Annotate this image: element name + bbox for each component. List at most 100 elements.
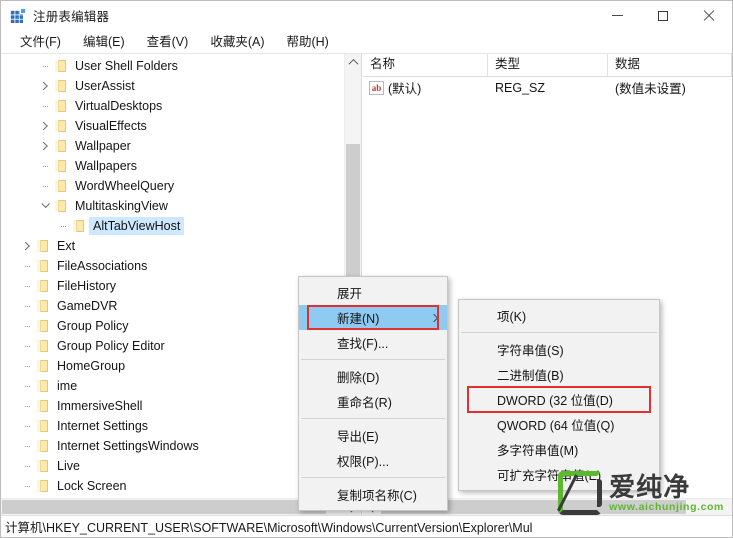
table-row[interactable]: ab (默认) REG_SZ (数值未设置) — [363, 77, 732, 98]
tree-item-immersiveshell[interactable]: ImmersiveShell — [1, 396, 344, 416]
column-header-name[interactable]: 名称 — [363, 54, 488, 76]
folder-icon — [35, 299, 51, 313]
chevron-right-icon[interactable] — [19, 238, 35, 254]
tree-item-group-policy[interactable]: Group Policy — [1, 316, 344, 336]
tree-item-label: ime — [57, 379, 78, 393]
tree-item-group-policy-editor[interactable]: Group Policy Editor — [1, 336, 344, 356]
menu-item-label: 可扩充字符串值(E) — [497, 469, 602, 483]
tree-item-label: MultitaskingView — [75, 199, 168, 213]
window-controls — [594, 1, 732, 30]
tree-item-fileassociations[interactable]: FileAssociations — [1, 256, 344, 276]
tree-item-virtualdesktops[interactable]: VirtualDesktops — [1, 96, 344, 116]
menu-edit[interactable]: 编辑(E) — [72, 31, 136, 53]
tree-item-label: Internet SettingsWindows — [57, 439, 199, 453]
folder-icon — [35, 259, 51, 273]
context-menu-item-4[interactable]: 删除(D) — [299, 364, 447, 389]
menu-file[interactable]: 文件(F) — [9, 31, 72, 53]
tree-hscroll-thumb[interactable] — [2, 500, 326, 514]
folder-icon — [35, 419, 51, 433]
folder-icon — [53, 179, 69, 193]
title-bar: 注册表编辑器 — [1, 1, 732, 30]
tree-connector — [55, 226, 71, 227]
tree-item-wordwheelquery[interactable]: WordWheelQuery — [1, 176, 344, 196]
context-menu-item-1[interactable]: 展开 — [299, 280, 447, 305]
tree-connector — [19, 306, 35, 307]
menu-item-label: 展开 — [337, 287, 363, 301]
tree-item-alttabviewhost[interactable]: AltTabViewHost — [1, 216, 344, 236]
folder-icon — [53, 119, 69, 133]
submenu-item-4[interactable]: DWORD (32 位值(D) — [459, 387, 659, 412]
folder-icon — [35, 319, 51, 333]
context-menu-item-7[interactable]: 权限(P)... — [299, 448, 447, 473]
folder-icon — [35, 279, 51, 293]
tree-connector — [19, 266, 35, 267]
tree-item-filehistory[interactable]: FileHistory — [1, 276, 344, 296]
menu-item-label: 查找(F)... — [337, 337, 389, 351]
tree-item-visualeffects[interactable]: VisualEffects — [1, 116, 344, 136]
submenu-item-5[interactable]: QWORD (64 位值(Q) — [459, 412, 659, 437]
tree-item-label: FileAssociations — [57, 259, 148, 273]
context-menu-item-5[interactable]: 重命名(R) — [299, 389, 447, 414]
status-bar: 计算机\HKEY_CURRENT_USER\SOFTWARE\Microsoft… — [1, 515, 732, 537]
main-content: User Shell Folders UserAssist VirtualDeskt… — [1, 54, 732, 515]
folder-icon — [53, 199, 69, 213]
menu-item-label: 删除(D) — [337, 371, 380, 385]
tree-item-ime[interactable]: ime — [1, 376, 344, 396]
menu-item-label: 导出(E) — [337, 430, 379, 444]
maximize-button[interactable] — [640, 1, 686, 30]
tree-item-live[interactable]: Live — [1, 456, 344, 476]
submenu-item-1[interactable]: 项(K) — [459, 303, 659, 328]
menu-item-label: 项(K) — [497, 310, 527, 324]
submenu-item-3[interactable]: 二进制值(B) — [459, 362, 659, 387]
tree-item-multitaskingview[interactable]: MultitaskingView — [1, 196, 344, 216]
submenu-item-7[interactable]: 可扩充字符串值(E) — [459, 462, 659, 487]
close-button[interactable] — [686, 1, 732, 30]
chevron-right-icon[interactable] — [37, 138, 53, 154]
tree-item-gamedvr[interactable]: GameDVR — [1, 296, 344, 316]
context-menu: 展开新建(N) 查找(F)... 删除(D) 重命名(R) 导出(E) 权限(P)... 复… — [298, 276, 448, 511]
context-menu-item-8[interactable]: 复制项名称(C) — [299, 482, 447, 507]
menu-help[interactable]: 帮助(H) — [275, 31, 339, 53]
chevron-right-icon[interactable] — [37, 118, 53, 134]
registry-editor-window: 注册表编辑器 文件(F) 编辑(E) 查看(V) 收藏夹(A) 帮助(H) Us… — [0, 0, 733, 538]
submenu-item-6[interactable]: 多字符串值(M) — [459, 437, 659, 462]
tree-item-label: HomeGroup — [57, 359, 126, 373]
folder-icon — [71, 219, 87, 233]
submenu-item-2[interactable]: 字符串值(S) — [459, 337, 659, 362]
chevron-up-icon — [348, 58, 358, 69]
menu-favorites[interactable]: 收藏夹(A) — [199, 31, 275, 53]
minimize-button[interactable] — [594, 1, 640, 30]
context-menu-item-3[interactable]: 查找(F)... — [299, 330, 447, 355]
chevron-down-icon[interactable] — [37, 198, 53, 214]
tree-item-user-shell-folders[interactable]: User Shell Folders — [1, 56, 344, 76]
tree-item-homegroup[interactable]: HomeGroup — [1, 356, 344, 376]
menu-item-label: 多字符串值(M) — [497, 444, 579, 458]
value-data-cell: (数值未设置) — [615, 82, 686, 96]
scroll-up-button[interactable] — [345, 54, 361, 71]
tree-item-ext[interactable]: Ext — [1, 236, 344, 256]
tree-item-internet-settings[interactable]: Internet Settings — [1, 416, 344, 436]
tree-item-internet-settingswindows[interactable]: Internet SettingsWindows — [1, 436, 344, 456]
menu-item-label: DWORD (32 位值(D) — [497, 394, 613, 408]
context-menu-item-6[interactable]: 导出(E) — [299, 423, 447, 448]
tree-item-label: Lock Screen — [57, 479, 127, 493]
tree-item-lock-screen[interactable]: Lock Screen — [1, 476, 344, 496]
chevron-right-icon[interactable] — [37, 78, 53, 94]
menu-view[interactable]: 查看(V) — [136, 31, 200, 53]
column-header-data[interactable]: 数据 — [608, 54, 732, 76]
context-menu-item-2[interactable]: 新建(N) — [299, 305, 447, 330]
tree-item-userassist[interactable]: UserAssist — [1, 76, 344, 96]
menu-item-label: 权限(P)... — [337, 455, 390, 469]
folder-icon — [53, 159, 69, 173]
tree-item-label: FileHistory — [57, 279, 117, 293]
tree-item-wallpaper[interactable]: Wallpaper — [1, 136, 344, 156]
column-header-type[interactable]: 类型 — [488, 54, 608, 76]
menu-item-label: 字符串值(S) — [497, 344, 564, 358]
window-title: 注册表编辑器 — [33, 10, 110, 24]
folder-icon — [35, 439, 51, 453]
tree-item-label: UserAssist — [75, 79, 135, 93]
menu-item-label: 复制项名称(C) — [337, 489, 417, 503]
tree-connector — [19, 366, 35, 367]
tree-item-label: Group Policy — [57, 319, 129, 333]
tree-item-wallpapers[interactable]: Wallpapers — [1, 156, 344, 176]
